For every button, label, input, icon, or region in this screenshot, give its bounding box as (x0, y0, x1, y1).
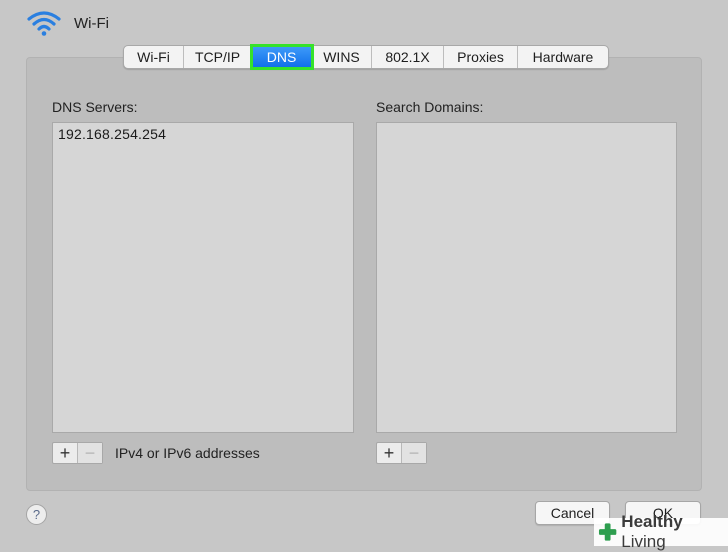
search-domains-label: Search Domains: (376, 99, 484, 115)
wifi-icon (27, 11, 61, 36)
add-dns-server-button[interactable]: + (53, 443, 77, 463)
tab-proxies[interactable]: Proxies (444, 46, 518, 68)
tab-hardware[interactable]: Hardware (518, 46, 608, 68)
tab-8021x[interactable]: 802.1X (372, 46, 444, 68)
tab-bar: Wi-Fi TCP/IP DNS WINS 802.1X Proxies Har… (123, 44, 609, 70)
dns-servers-label: DNS Servers: (52, 99, 138, 115)
help-button[interactable]: ? (26, 504, 47, 525)
dns-servers-list[interactable]: 192.168.254.254 (52, 122, 354, 433)
cross-icon (598, 523, 617, 541)
tab-wifi[interactable]: Wi-Fi (124, 46, 184, 68)
window-title: Wi-Fi (74, 14, 109, 32)
dns-server-item[interactable]: 192.168.254.254 (53, 123, 353, 145)
window-title-bar: Wi-Fi (26, 8, 109, 38)
search-domains-buttons: + − (376, 442, 427, 464)
tab-wins[interactable]: WINS (312, 46, 372, 68)
remove-dns-server-button[interactable]: − (77, 443, 102, 463)
dns-servers-buttons: + − (52, 442, 103, 464)
watermark-text: Healthy Living (621, 512, 683, 551)
tab-tcpip[interactable]: TCP/IP (184, 46, 252, 68)
remove-search-domain-button[interactable]: − (401, 443, 426, 463)
tab-dns[interactable]: DNS (250, 44, 314, 70)
watermark: Healthy Living (594, 512, 728, 551)
search-domains-list[interactable] (376, 122, 677, 433)
dns-servers-hint: IPv4 or IPv6 addresses (115, 445, 260, 461)
add-search-domain-button[interactable]: + (377, 443, 401, 463)
